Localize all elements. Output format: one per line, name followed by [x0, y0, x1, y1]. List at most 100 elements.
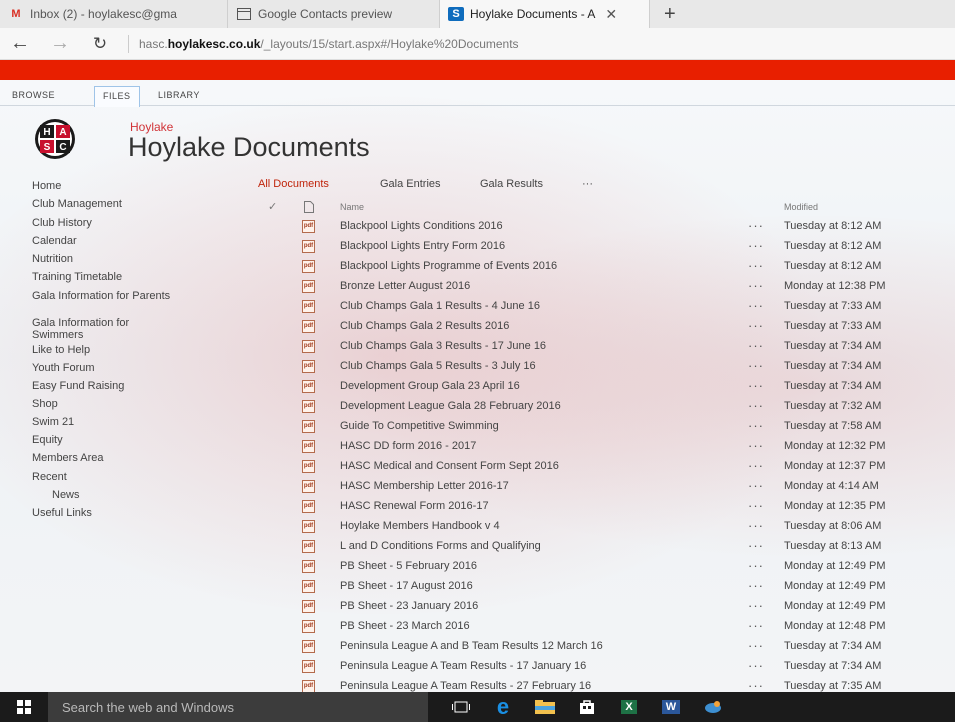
table-row[interactable]: pdf Hoylake Members Handbook v 4 ··· Tuesda… — [258, 518, 938, 538]
hasc-logo[interactable]: H A S C — [34, 118, 76, 160]
document-name-link[interactable]: HASC DD form 2016 - 2017 — [340, 440, 476, 452]
document-name-link[interactable]: L and D Conditions Forms and Qualifying — [340, 540, 541, 552]
table-row[interactable]: pdf Club Champs Gala 2 Results 2016 ··· Tue… — [258, 318, 938, 338]
nav-item[interactable]: Club History — [32, 217, 232, 229]
table-row[interactable]: pdf Guide To Competitive Swimming ··· Tuesd… — [258, 418, 938, 438]
table-row[interactable]: pdf Bronze Letter August 2016 ··· Monday at… — [258, 278, 938, 298]
item-menu-button[interactable]: ··· — [748, 618, 764, 633]
nav-item[interactable]: Useful Links — [32, 507, 232, 519]
document-name-link[interactable]: Club Champs Gala 5 Results - 3 July 16 — [340, 360, 536, 372]
table-row[interactable]: pdf Blackpool Lights Conditions 2016 ··· Tu… — [258, 218, 938, 238]
nav-item[interactable]: Club Management — [32, 198, 232, 210]
item-menu-button[interactable]: ··· — [748, 218, 764, 233]
close-tab-icon[interactable]: ✕ — [605, 6, 617, 23]
windows-start-icon[interactable] — [0, 692, 48, 722]
more-views-button[interactable]: ··· — [582, 178, 593, 190]
item-menu-button[interactable]: ··· — [748, 558, 764, 573]
document-name-link[interactable]: HASC Medical and Consent Form Sept 2016 — [340, 460, 559, 472]
document-name-link[interactable]: Club Champs Gala 1 Results - 4 June 16 — [340, 300, 540, 312]
nav-item[interactable]: Calendar — [32, 235, 232, 247]
table-row[interactable]: pdf Club Champs Gala 1 Results - 4 June 1… — [258, 298, 938, 318]
document-name-link[interactable]: PB Sheet - 23 January 2016 — [340, 600, 478, 612]
document-name-link[interactable]: Peninsula League A Team Results - 17 Jan… — [340, 660, 586, 672]
table-row[interactable]: pdf Club Champs Gala 3 Results - 17 June … — [258, 338, 938, 358]
word-icon[interactable]: W — [650, 692, 692, 722]
table-row[interactable]: pdf Development Group Gala 23 April 16 ···… — [258, 378, 938, 398]
taskbar-search-box[interactable]: Search the web and Windows — [48, 692, 428, 722]
item-menu-button[interactable]: ··· — [748, 398, 764, 413]
nav-item[interactable]: Gala Information for Parents — [32, 290, 182, 302]
nav-item[interactable]: Training Timetable — [32, 271, 232, 283]
table-row[interactable]: pdf PB Sheet - 23 January 2016 ··· Monday a… — [258, 598, 938, 618]
view-all-documents[interactable]: All Documents — [258, 178, 329, 190]
item-menu-button[interactable]: ··· — [748, 358, 764, 373]
item-menu-button[interactable]: ··· — [748, 318, 764, 333]
tab-hoylake-documents[interactable]: S Hoylake Documents - A ✕ — [440, 0, 650, 28]
nav-item[interactable]: Members Area — [32, 452, 232, 464]
forward-arrow-icon[interactable]: → — [40, 32, 80, 55]
file-explorer-icon[interactable] — [524, 692, 566, 722]
item-menu-button[interactable]: ··· — [748, 298, 764, 313]
view-gala-results[interactable]: Gala Results — [480, 178, 543, 190]
select-all-checkmark[interactable]: ✓ — [268, 200, 277, 213]
document-name-link[interactable]: Guide To Competitive Swimming — [340, 420, 499, 432]
nav-item[interactable]: Shop — [32, 398, 232, 410]
item-menu-button[interactable]: ··· — [748, 678, 764, 692]
item-menu-button[interactable]: ··· — [748, 258, 764, 273]
nav-item[interactable]: Nutrition — [32, 253, 232, 265]
new-tab-icon[interactable]: + — [650, 0, 690, 28]
nav-item[interactable]: Gala Information for Swimmers — [32, 317, 182, 341]
document-name-link[interactable]: Hoylake Members Handbook v 4 — [340, 520, 500, 532]
item-menu-button[interactable]: ··· — [748, 438, 764, 453]
ribbon-tab-files[interactable]: FILES — [94, 86, 140, 107]
excel-icon[interactable]: X — [608, 692, 650, 722]
store-icon[interactable] — [566, 692, 608, 722]
tab-contacts[interactable]: Google Contacts preview — [228, 0, 440, 28]
item-menu-button[interactable]: ··· — [748, 598, 764, 613]
back-arrow-icon[interactable]: ← — [0, 32, 40, 55]
table-row[interactable]: pdf HASC DD form 2016 - 2017 ··· Monday at … — [258, 438, 938, 458]
item-menu-button[interactable]: ··· — [748, 338, 764, 353]
document-name-link[interactable]: Development League Gala 28 February 2016 — [340, 400, 561, 412]
nav-item[interactable]: News — [52, 489, 252, 501]
nav-item[interactable]: Home — [32, 180, 232, 192]
item-menu-button[interactable]: ··· — [748, 518, 764, 533]
document-name-link[interactable]: Blackpool Lights Conditions 2016 — [340, 220, 503, 232]
nav-item[interactable]: Like to Help — [32, 344, 232, 356]
table-row[interactable]: pdf Club Champs Gala 5 Results - 3 July 1… — [258, 358, 938, 378]
table-row[interactable]: pdf PB Sheet - 5 February 2016 ··· Monday a… — [258, 558, 938, 578]
document-name-link[interactable]: Club Champs Gala 2 Results 2016 — [340, 320, 509, 332]
view-gala-entries[interactable]: Gala Entries — [380, 178, 441, 190]
item-menu-button[interactable]: ··· — [748, 418, 764, 433]
modified-column-header[interactable]: Modified — [784, 202, 818, 212]
table-row[interactable]: pdf Peninsula League A Team Results - 17 … — [258, 658, 938, 678]
nav-item[interactable]: Recent — [32, 471, 232, 483]
table-row[interactable]: pdf Blackpool Lights Entry Form 2016 ··· Tu… — [258, 238, 938, 258]
document-name-link[interactable]: Club Champs Gala 3 Results - 17 June 16 — [340, 340, 546, 352]
item-menu-button[interactable]: ··· — [748, 658, 764, 673]
item-menu-button[interactable]: ··· — [748, 238, 764, 253]
nav-item[interactable]: Youth Forum — [32, 362, 232, 374]
table-row[interactable]: pdf HASC Medical and Consent Form Sept 20… — [258, 458, 938, 478]
item-menu-button[interactable]: ··· — [748, 478, 764, 493]
task-view-icon[interactable] — [440, 692, 482, 722]
table-row[interactable]: pdf Development League Gala 28 February 2… — [258, 398, 938, 418]
item-menu-button[interactable]: ··· — [748, 498, 764, 513]
table-row[interactable]: pdf Peninsula League A and B Team Results… — [258, 638, 938, 658]
item-menu-button[interactable]: ··· — [748, 278, 764, 293]
url-field[interactable]: hasc.hoylakesc.co.uk/_layouts/15/start.a… — [139, 37, 519, 51]
document-name-link[interactable]: Development Group Gala 23 April 16 — [340, 380, 520, 392]
document-name-link[interactable]: HASC Renewal Form 2016-17 — [340, 500, 489, 512]
item-menu-button[interactable]: ··· — [748, 378, 764, 393]
document-name-link[interactable]: PB Sheet - 17 August 2016 — [340, 580, 473, 592]
table-row[interactable]: pdf L and D Conditions Forms and Qualifyi… — [258, 538, 938, 558]
table-row[interactable]: pdf HASC Renewal Form 2016-17 ··· Monday at… — [258, 498, 938, 518]
item-menu-button[interactable]: ··· — [748, 638, 764, 653]
document-name-link[interactable]: Peninsula League A Team Results - 27 Feb… — [340, 680, 591, 692]
document-name-link[interactable]: PB Sheet - 23 March 2016 — [340, 620, 470, 632]
nav-item[interactable]: Equity — [32, 434, 232, 446]
refresh-icon[interactable]: ↻ — [80, 34, 120, 54]
ribbon-tab-library[interactable]: LIBRARY — [150, 86, 208, 106]
name-column-header[interactable]: Name — [340, 202, 364, 212]
document-name-link[interactable]: Blackpool Lights Entry Form 2016 — [340, 240, 505, 252]
